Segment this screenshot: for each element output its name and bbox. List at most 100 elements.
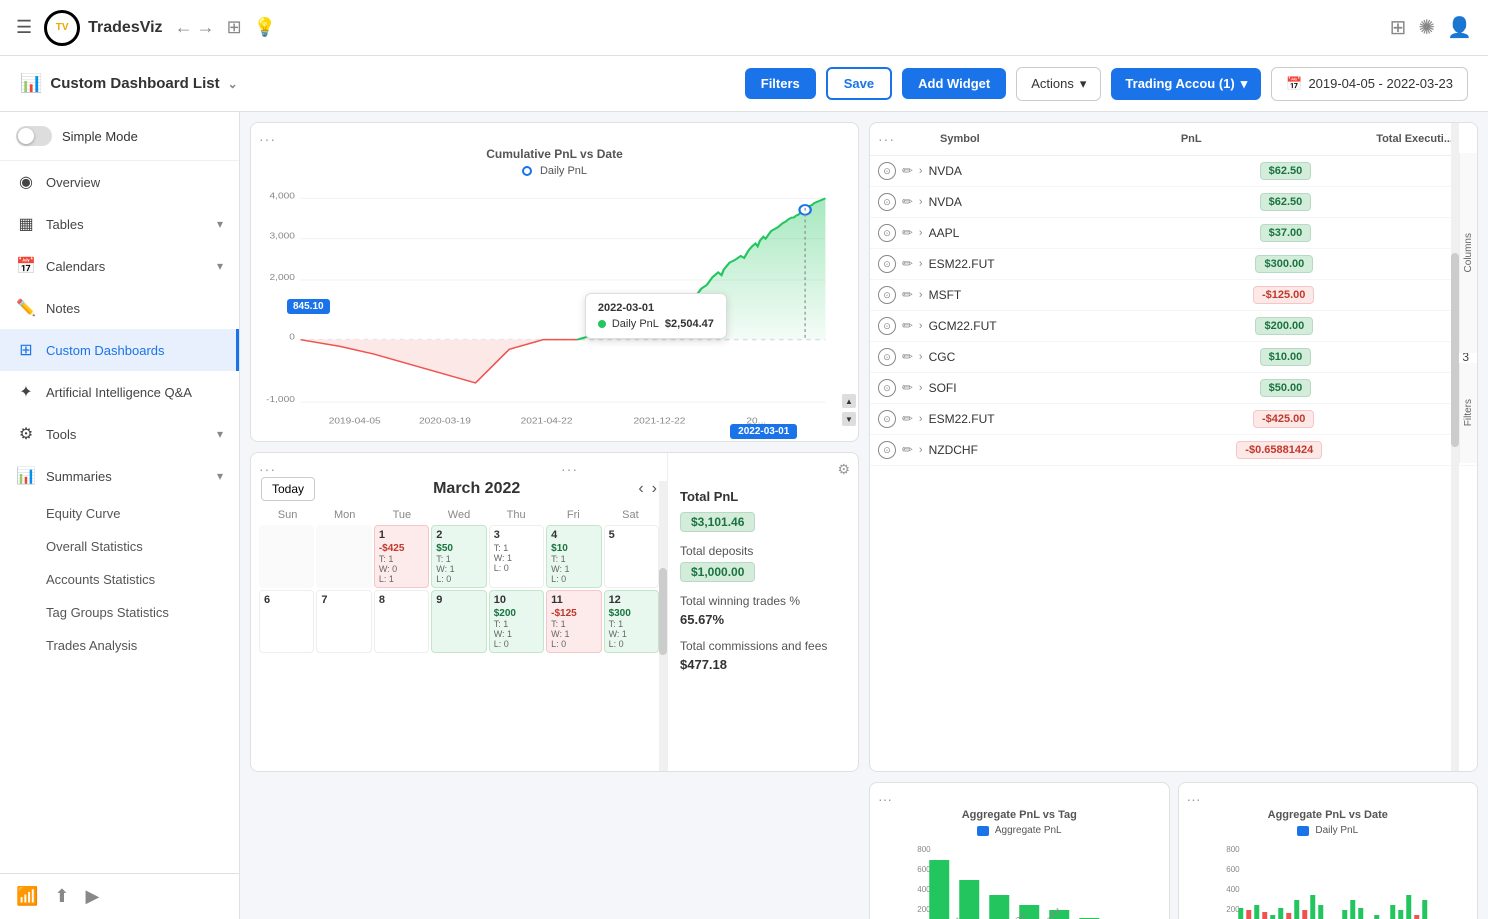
row-edit-icon[interactable]: ✏ (902, 380, 913, 396)
filters-button[interactable]: Filters (745, 68, 816, 99)
cal-cell[interactable]: 1 -$425 T: 1 W: 0 L: 1 (374, 525, 429, 588)
user-icon[interactable]: 👤 (1447, 15, 1472, 40)
youtube-icon[interactable]: ▶ (86, 886, 100, 907)
cal-cell[interactable]: 10 $200 T: 1 W: 1 L: 0 (489, 590, 544, 653)
stats-icon[interactable]: 📶 (16, 886, 38, 907)
row-expand-icon[interactable]: › (919, 165, 923, 177)
row-edit-icon[interactable]: ✏ (902, 163, 913, 179)
back-icon[interactable]: ← (175, 17, 193, 38)
row-expand-icon[interactable]: › (919, 382, 923, 394)
account-button[interactable]: Trading Accou (1) ▾ (1111, 68, 1261, 100)
sidebar-item-custom-dashboards[interactable]: ⊞ Custom Dashboards (0, 329, 239, 371)
row-expand-icon[interactable]: › (919, 289, 923, 301)
sidebar-item-ai-qa[interactable]: ✦ Artificial Intelligence Q&A (0, 371, 239, 413)
sidebar-item-calendars[interactable]: 📅 Calendars ▾ (0, 245, 239, 287)
row-settings-icon[interactable]: ⊙ (878, 410, 896, 428)
row-settings-icon[interactable]: ⊙ (878, 224, 896, 242)
cal-cell[interactable]: 11 -$125 T: 1 W: 1 L: 0 (546, 590, 601, 653)
chart-menu-icon[interactable]: ··· (259, 131, 276, 147)
sidebar-sub-overall-stats[interactable]: Overall Statistics (0, 530, 239, 563)
sidebar-item-overview[interactable]: ◉ Overview (0, 161, 239, 203)
summaries-icon: 📊 (16, 466, 36, 486)
row-settings-icon[interactable]: ⊙ (878, 162, 896, 180)
date-chart-menu-icon[interactable]: ··· (1187, 791, 1201, 807)
bulb-icon[interactable]: 💡 (254, 17, 276, 38)
sidebar-item-summaries[interactable]: 📊 Summaries ▾ (0, 455, 239, 497)
sidebar-item-notes[interactable]: ✏️ Notes (0, 287, 239, 329)
chart-scroll-down[interactable]: ▼ (842, 412, 856, 426)
settings-icon[interactable]: ✺ (1418, 15, 1435, 40)
row-settings-icon[interactable]: ⊙ (878, 379, 896, 397)
row-expand-icon[interactable]: › (919, 320, 923, 332)
dropdown-icon[interactable]: ⌄ (228, 77, 238, 91)
calendar-scrollbar-thumb[interactable] (659, 568, 667, 655)
row-settings-icon[interactable]: ⊙ (878, 286, 896, 304)
date-range-button[interactable]: 📅 2019-04-05 - 2022-03-23 (1271, 67, 1468, 101)
row-edit-icon[interactable]: ✏ (902, 194, 913, 210)
sidebar-sub-equity-curve[interactable]: Equity Curve (0, 497, 239, 530)
row-expand-icon[interactable]: › (919, 351, 923, 363)
row-exec: 4 (1319, 257, 1469, 271)
row-edit-icon[interactable]: ✏ (902, 256, 913, 272)
cal-cell[interactable]: 5 (604, 525, 659, 588)
row-edit-icon[interactable]: ✏ (902, 318, 913, 334)
grid-icon[interactable]: ⊞ (227, 17, 242, 38)
calendar-prev-button[interactable]: ‹ (638, 480, 643, 498)
row-settings-icon[interactable]: ⊙ (878, 255, 896, 273)
simple-mode-toggle[interactable]: Simple Mode (0, 112, 239, 161)
calendar-menu-icon[interactable]: ··· (259, 461, 276, 477)
day-sun: Sun (259, 509, 316, 521)
sidebar-sub-trades-analysis[interactable]: Trades Analysis (0, 629, 239, 662)
calendar-scrollbar[interactable] (659, 481, 667, 771)
menu-icon[interactable]: ☰ (16, 17, 32, 38)
row-expand-icon[interactable]: › (919, 196, 923, 208)
add-widget-button[interactable]: Add Widget (902, 68, 1006, 99)
sidebar-sub-tag-groups[interactable]: Tag Groups Statistics (0, 596, 239, 629)
cal-cell[interactable]: 9 (431, 590, 486, 653)
row-expand-icon[interactable]: › (919, 413, 923, 425)
cal-cell[interactable]: 8 (374, 590, 429, 653)
aggregate-pnl-tag-widget: ··· Aggregate PnL vs Tag Aggregate PnL 8… (869, 782, 1170, 919)
row-settings-icon[interactable]: ⊙ (878, 348, 896, 366)
row-edit-icon[interactable]: ✏ (902, 225, 913, 241)
cal-cell[interactable]: 6 (259, 590, 314, 653)
sidebar-item-tables[interactable]: ▦ Tables ▾ (0, 203, 239, 245)
row-edit-icon[interactable]: ✏ (902, 442, 913, 458)
row-expand-icon[interactable]: › (919, 227, 923, 239)
row-exec: 3 (1317, 350, 1469, 364)
cal-cell[interactable]: 4 $10 T: 1 W: 1 L: 0 (546, 525, 601, 588)
forward-icon[interactable]: → (197, 17, 215, 38)
apps-icon[interactable]: ⊞ (1390, 15, 1407, 40)
row-edit-icon[interactable]: ✏ (902, 349, 913, 365)
cal-cell[interactable]: 12 $300 T: 1 W: 1 L: 0 (604, 590, 659, 653)
row-edit-icon[interactable]: ✏ (902, 411, 913, 427)
cal-cell[interactable]: 3 T: 1 W: 1 L: 0 (489, 525, 544, 588)
row-settings-icon[interactable]: ⊙ (878, 193, 896, 211)
calendar-gear-icon[interactable]: ⚙ (837, 461, 850, 478)
tag-chart-menu-icon[interactable]: ··· (878, 791, 892, 807)
stats-menu-icon[interactable]: ··· (561, 461, 578, 477)
table-scrollbar[interactable] (1451, 123, 1459, 771)
toggle-switch[interactable] (16, 126, 52, 146)
table-menu-icon[interactable]: ··· (878, 131, 895, 147)
today-button[interactable]: Today (261, 477, 315, 501)
columns-side-label[interactable]: Columns (1463, 233, 1474, 272)
row-expand-icon[interactable]: › (919, 258, 923, 270)
row-settings-icon[interactable]: ⊙ (878, 441, 896, 459)
save-button[interactable]: Save (826, 67, 892, 100)
calendar-next-button[interactable]: › (652, 480, 657, 498)
chart-scroll-up[interactable]: ▲ (842, 394, 856, 408)
calendars-chevron: ▾ (217, 259, 223, 273)
sidebar-sub-accounts-stats[interactable]: Accounts Statistics (0, 563, 239, 596)
cal-cell[interactable]: 7 (316, 590, 371, 653)
filters-side-label[interactable]: Filters (1463, 399, 1474, 426)
row-edit-icon[interactable]: ✏ (902, 287, 913, 303)
upload-icon[interactable]: ⬆ (54, 886, 69, 907)
row-expand-icon[interactable]: › (919, 444, 923, 456)
sidebar-item-tools[interactable]: ⚙ Tools ▾ (0, 413, 239, 455)
chart-bottom-label: 2022-03-01 (730, 424, 797, 439)
cal-cell[interactable]: 2 $50 T: 1 W: 1 L: 0 (431, 525, 486, 588)
row-settings-icon[interactable]: ⊙ (878, 317, 896, 335)
table-scrollbar-thumb[interactable] (1451, 253, 1459, 447)
actions-button[interactable]: Actions ▾ (1016, 67, 1101, 101)
